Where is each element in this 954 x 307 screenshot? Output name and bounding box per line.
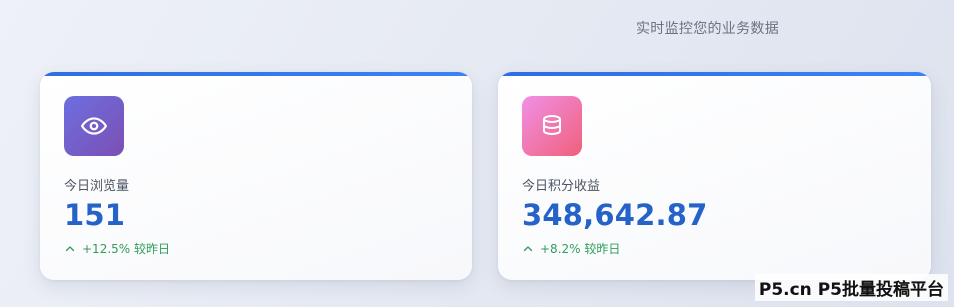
chevron-up-icon: [64, 243, 76, 255]
chevron-up-icon: [522, 243, 534, 255]
trend-indicator: +12.5% 较昨日: [64, 240, 170, 257]
trend-text: +12.5% 较昨日: [82, 242, 170, 256]
stat-value: 348,642.87: [522, 198, 708, 232]
stat-value: 151: [64, 198, 126, 232]
eye-icon: [64, 96, 124, 156]
page-subtitle: 实时监控您的业务数据: [636, 21, 779, 37]
coins-icon: [522, 96, 582, 156]
stat-label: 今日浏览量: [64, 179, 130, 194]
stat-card-points: 今日积分收益 348,642.87 +8.2% 较昨日: [498, 72, 931, 280]
trend-text: +8.2% 较昨日: [540, 242, 621, 256]
stat-card-views: 今日浏览量 151 +12.5% 较昨日: [40, 72, 472, 280]
site-watermark: P5.cn P5批量投稿平台: [754, 274, 948, 301]
stat-label: 今日积分收益: [522, 179, 601, 194]
trend-indicator: +8.2% 较昨日: [522, 240, 620, 257]
